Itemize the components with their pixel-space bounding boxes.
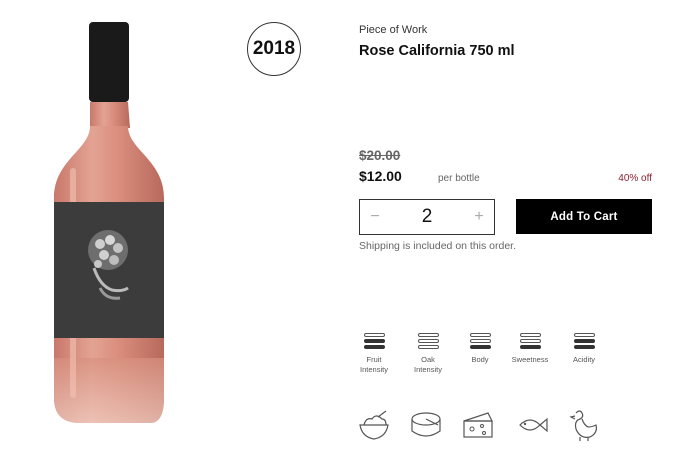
add-to-cart-button[interactable]: Add To Cart (516, 199, 652, 234)
level-bar (363, 333, 385, 337)
chicken-icon (569, 410, 597, 441)
quantity-stepper: − 2 + (359, 199, 495, 235)
attribute-oak-intensity: Oak Intensity (403, 333, 453, 375)
shipping-note: Shipping is included on this order. (359, 240, 517, 252)
level-bar (573, 333, 595, 337)
level-bar (469, 339, 491, 343)
attribute-label: Oak (421, 355, 435, 364)
vintage-year: 2018 (252, 38, 296, 59)
discount-badge: 40% off (618, 173, 652, 184)
level-bar (417, 339, 439, 343)
salad-bowl-icon (359, 410, 389, 440)
attribute-body: Body (455, 333, 505, 365)
original-price: $20.00 (359, 148, 401, 163)
level-bar (519, 339, 541, 343)
level-bar (417, 333, 439, 337)
attribute-acidity: Acidity (559, 333, 609, 365)
level-bars (505, 333, 555, 349)
food-pairings (356, 407, 656, 445)
level-bar (519, 345, 541, 349)
level-bar (469, 333, 491, 337)
attribute-label: Sweetness (511, 355, 549, 364)
winery-name: Piece of Work (359, 24, 428, 36)
vintage-badge: 2018 (247, 22, 301, 76)
increase-quantity-button[interactable]: + (464, 208, 494, 226)
attribute-label: Body (471, 355, 489, 364)
wine-bottle-image (54, 22, 164, 423)
level-bar (519, 333, 541, 337)
attribute-fruit-intensity: Fruit Intensity (349, 333, 399, 375)
product-title: Rose California 750 ml (359, 43, 515, 59)
attribute-sweetness: Sweetness (505, 333, 555, 365)
attribute-label: Acidity (572, 355, 596, 364)
attribute-label: Intensity (414, 365, 442, 374)
level-bar (573, 339, 595, 343)
decrease-quantity-button[interactable]: − (360, 208, 390, 226)
level-bars (349, 333, 399, 349)
attribute-label: Fruit (366, 355, 382, 364)
cheese-wheel-icon (411, 412, 441, 437)
level-bar (417, 345, 439, 349)
price-unit: per bottle (438, 173, 480, 184)
level-bars (403, 333, 453, 349)
fish-icon (519, 417, 548, 433)
cheese-wedge-icon (463, 412, 493, 438)
level-bar (573, 345, 595, 349)
level-bar (363, 345, 385, 349)
quantity-value[interactable]: 2 (422, 206, 433, 228)
level-bars (559, 333, 609, 349)
level-bar (469, 345, 491, 349)
product-image (40, 18, 190, 438)
attribute-label: Intensity (360, 365, 388, 374)
level-bar (363, 339, 385, 343)
sale-price: $12.00 (359, 168, 402, 184)
level-bars (455, 333, 505, 349)
